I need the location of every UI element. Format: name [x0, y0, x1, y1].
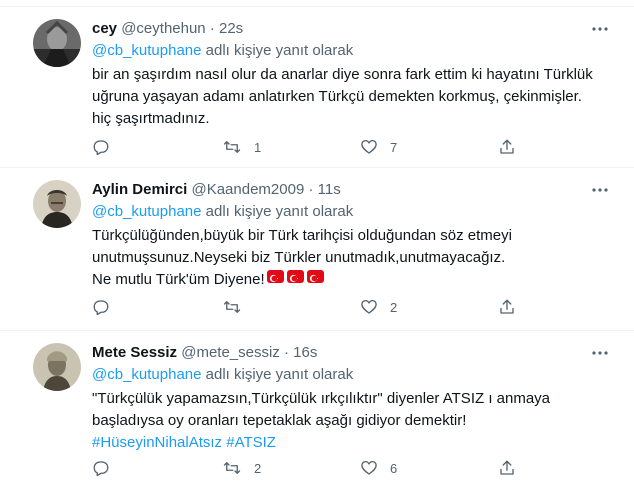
share-button[interactable]: [498, 458, 516, 478]
like-icon: [361, 460, 377, 475]
share-icon: [500, 299, 514, 314]
tweet-1[interactable]: cey @ceythehun · 22s @cb_kutuphane adlı …: [0, 7, 634, 168]
timestamp[interactable]: 22s: [219, 20, 243, 37]
separator-dot: ·: [308, 181, 314, 198]
author-name[interactable]: Aylin Demirci: [92, 181, 187, 198]
retweet-button[interactable]: 1: [222, 137, 261, 157]
share-icon: [500, 139, 514, 154]
retweet-icon: [223, 301, 241, 313]
tweet-2[interactable]: Aylin Demirci @Kaandem2009 · 11s @cb_kut…: [0, 168, 634, 331]
tweet-text: bir an şaşırdım nasıl olur da anarlar di…: [92, 64, 612, 130]
author-name[interactable]: Mete Sessiz: [92, 344, 177, 361]
more-icon[interactable]: [590, 180, 610, 200]
tweet-text-line: Ne mutlu Türk'üm Diyene!: [92, 271, 265, 288]
avatar[interactable]: [33, 19, 81, 67]
retweet-count: 2: [254, 460, 262, 476]
reply-context: @cb_kutuphane adlı kişiye yanıt olarak: [92, 365, 353, 385]
reply-icon: [93, 300, 109, 316]
like-count: 2: [390, 299, 398, 315]
turkish-flag-icon: [286, 270, 304, 283]
tweet-3[interactable]: Mete Sessiz @mete_sessiz · 16s @cb_kutup…: [0, 331, 634, 484]
separator-dot: ·: [209, 20, 215, 37]
reply-context: @cb_kutuphane adlı kişiye yanıt olarak: [92, 41, 353, 61]
like-button[interactable]: 7: [360, 137, 397, 157]
reply-mention-link[interactable]: @cb_kutuphane: [92, 42, 201, 59]
retweet-icon: [223, 462, 241, 474]
timestamp[interactable]: 16s: [293, 344, 317, 361]
retweet-icon: [223, 141, 241, 153]
avatar[interactable]: [33, 180, 81, 228]
separator-dot: ·: [283, 344, 289, 361]
reply-context: @cb_kutuphane adlı kişiye yanıt olarak: [92, 202, 353, 222]
reply-context-text: adlı kişiye yanıt olarak: [201, 42, 354, 59]
tweet-actions: 2: [92, 297, 532, 317]
avatar[interactable]: [33, 343, 81, 391]
share-button[interactable]: [498, 297, 516, 317]
author-name[interactable]: cey: [92, 20, 117, 37]
more-icon[interactable]: [590, 19, 610, 39]
turkish-flag-icon: [266, 270, 284, 283]
retweet-count: 1: [254, 139, 262, 155]
author-handle[interactable]: @Kaandem2009: [191, 181, 304, 198]
top-strip: [0, 0, 634, 7]
tweet-text: "Türkçülük yapamazsın,Türkçülük ırkçılık…: [92, 388, 612, 454]
more-icon[interactable]: [590, 343, 610, 363]
tweet-text-line-with-flags: Ne mutlu Türk'üm Diyene!: [92, 269, 612, 291]
tweet-header: cey @ceythehun · 22s: [92, 19, 243, 39]
reply-mention-link[interactable]: @cb_kutuphane: [92, 203, 201, 220]
like-icon: [361, 299, 377, 314]
reply-context-text: adlı kişiye yanıt olarak: [201, 203, 354, 220]
reply-button[interactable]: [92, 137, 110, 157]
reply-icon: [93, 140, 109, 156]
tweet-text-line: "Türkçülük yapamazsın,Türkçülük ırkçılık…: [92, 390, 551, 407]
hashtag-links[interactable]: #HüseyinNihalAtsız #ATSIZ: [92, 432, 612, 454]
share-button[interactable]: [498, 137, 516, 157]
tweet-actions: 2 6: [92, 458, 532, 478]
tweet-text-line: unutmuşsunuz.Neyseki biz Türkler unutmad…: [92, 249, 506, 266]
timestamp[interactable]: 11s: [318, 181, 341, 198]
reply-mention-link[interactable]: @cb_kutuphane: [92, 366, 201, 383]
reply-icon: [93, 461, 109, 477]
like-button[interactable]: 2: [360, 297, 397, 317]
author-handle[interactable]: @mete_sessiz: [181, 344, 280, 361]
like-icon: [361, 139, 377, 154]
like-count: 6: [390, 460, 398, 476]
tweet-text-line: uğruna yaşayan adamı anlatırken Türkçü d…: [92, 88, 582, 105]
reply-button[interactable]: [92, 458, 110, 478]
tweet-text-line: Türkçülüğünden,büyük bir Türk tarihçisi …: [92, 227, 512, 244]
tweet-text: Türkçülüğünden,büyük bir Türk tarihçisi …: [92, 225, 612, 291]
tweet-header: Mete Sessiz @mete_sessiz · 16s: [92, 343, 317, 363]
author-handle[interactable]: @ceythehun: [121, 20, 205, 37]
tweet-actions: 1 7: [92, 137, 532, 157]
retweet-button[interactable]: 2: [222, 458, 261, 478]
tweet-text-line: bir an şaşırdım nasıl olur da anarlar di…: [92, 66, 593, 83]
reply-button[interactable]: [92, 297, 110, 317]
like-count: 7: [390, 139, 398, 155]
retweet-button[interactable]: [222, 297, 254, 317]
reply-context-text: adlı kişiye yanıt olarak: [201, 366, 354, 383]
turkish-flag-icon: [306, 270, 324, 283]
tweet-text-line: hiç şaşırtmadınız.: [92, 110, 210, 127]
share-icon: [500, 460, 514, 475]
tweet-header: Aylin Demirci @Kaandem2009 · 11s: [92, 180, 341, 200]
tweet-text-line: başladıysa oy oranları tepetaklak aşağı …: [92, 412, 467, 429]
like-button[interactable]: 6: [360, 458, 397, 478]
